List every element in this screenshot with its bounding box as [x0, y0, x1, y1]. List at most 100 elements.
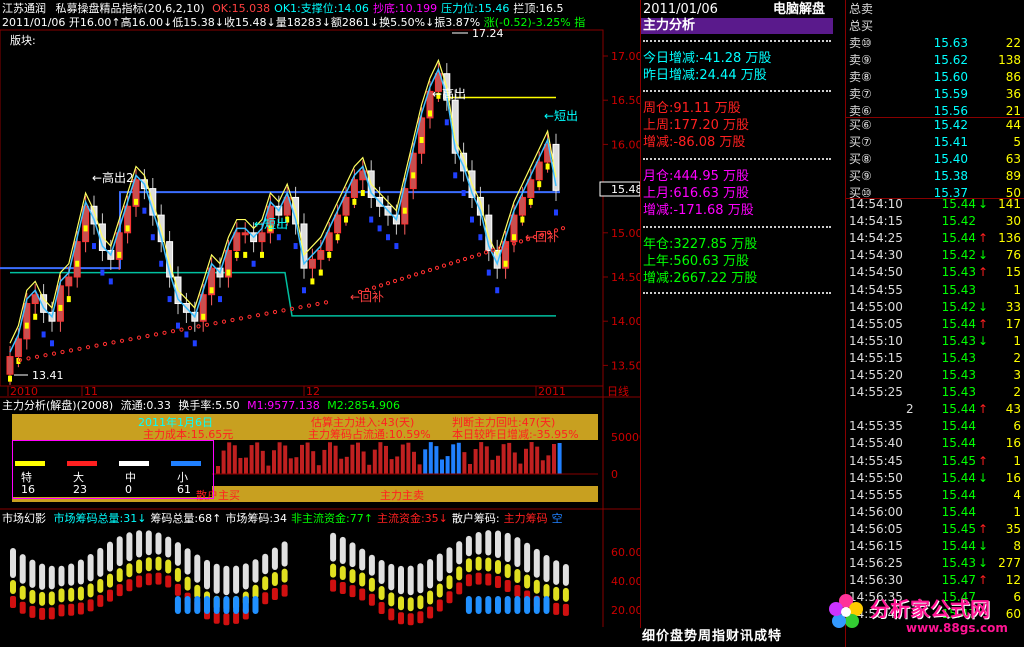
- sub2-bar-yellow: [436, 583, 443, 598]
- sub2-bar-white: [446, 547, 453, 574]
- sub2-bar-yellow: [155, 556, 162, 571]
- sub1-bar: [395, 456, 400, 474]
- sub2-bar-yellow: [339, 566, 346, 581]
- sub1-bar: [344, 456, 349, 474]
- sub2-bar-red: [281, 584, 288, 597]
- sub2-bar-red: [155, 572, 162, 585]
- sub2-bar-white: [339, 536, 346, 565]
- sub2-bar-white: [97, 547, 104, 577]
- sub2-bar-blue: [194, 596, 201, 614]
- tick-arrow: ↑: [978, 453, 989, 468]
- signal-dot: [444, 119, 449, 126]
- sub2-bar-white: [87, 554, 94, 582]
- tick-volume: 43: [1005, 402, 1021, 417]
- bottom-tab-bar[interactable]: 细价盘势周指财讯成特: [640, 628, 845, 647]
- sub2-bar-red: [262, 592, 269, 605]
- tick-volume: 16: [1005, 470, 1021, 485]
- signal-dot: [234, 251, 239, 258]
- tick-time: 14:55:15: [849, 350, 903, 365]
- signal-dot: [503, 260, 508, 267]
- annotation-label: ←回补: [525, 230, 559, 244]
- sub2-item: 散户筹码:: [451, 512, 500, 525]
- sub2-bar-white: [68, 563, 75, 586]
- sub1-bar: [238, 457, 243, 474]
- total-buy-row: 总买: [846, 18, 1024, 34]
- sub1-bar: [232, 445, 237, 474]
- stop-dot: [289, 306, 295, 311]
- tick-time: 14:56:25: [849, 556, 903, 571]
- sub2-bar-white: [514, 537, 521, 568]
- signal-dot: [92, 243, 96, 250]
- tick-time: 14:55:10: [849, 333, 903, 348]
- candle-body: [6, 356, 14, 375]
- ask-price: 15.63: [933, 36, 968, 50]
- sub1-bar: [479, 442, 484, 474]
- sub1-bar: [557, 442, 562, 474]
- signal-dot: [142, 207, 147, 214]
- sub1-bar: [529, 442, 534, 474]
- analysis-line: 上周:177.20 万股: [643, 118, 749, 133]
- ask-row: 卖⑦ 15.59 36: [846, 86, 1024, 102]
- sub2-bar-red: [553, 602, 560, 615]
- bid-volume: 5: [1013, 135, 1021, 149]
- signal-dot: [310, 278, 315, 285]
- sub1-bar: [451, 444, 456, 474]
- sub2-bar-red: [107, 589, 113, 602]
- annotation-label: ←短出: [254, 217, 288, 231]
- tick-row: 14:55:25 15.43 2: [846, 384, 1024, 400]
- candle-body: [527, 179, 535, 198]
- tick-time: 14:55:20: [849, 368, 903, 382]
- separator: [643, 292, 831, 294]
- tick-volume: 76: [1005, 248, 1021, 263]
- sub2-item: 主流资金:35↓: [376, 512, 448, 525]
- tick-row: 14:55:35 15.44 6: [846, 418, 1024, 434]
- sub2-bar-red: [495, 576, 501, 589]
- ask-volume: 36: [1005, 87, 1021, 101]
- sub1-bar: [546, 455, 551, 474]
- sub2-item: 非主流资金:77↑: [291, 512, 373, 525]
- sub1-bar: [305, 442, 310, 474]
- analysis-title: 主力分析: [643, 18, 696, 33]
- sub1-bar: [423, 449, 428, 474]
- stop-dot: [518, 239, 524, 244]
- sub1-bar: [283, 445, 288, 474]
- sub1-bar: [512, 452, 517, 474]
- bottom-tabs[interactable]: 细价盘势周指财讯成特: [642, 629, 782, 645]
- sub2-ytick: 60.00: [611, 546, 640, 559]
- total-sell-label: 总卖: [849, 2, 874, 16]
- sub2-bar-blue: [242, 596, 249, 614]
- tick-row: 14:55:05 15.44 ↑ 17: [846, 316, 1024, 332]
- legend-bar: [119, 461, 149, 466]
- signal-dot: [243, 251, 248, 258]
- sub1-bar: [400, 444, 405, 474]
- sub2-bar-white: [126, 532, 133, 562]
- sub2-bar-white: [136, 530, 143, 558]
- sub2-bar-white: [456, 541, 463, 565]
- sub2-bar-white: [553, 560, 560, 585]
- sub2-bar-yellow: [553, 586, 560, 601]
- ytick-label: 17.00: [611, 50, 640, 63]
- tick-arrow: ↓: [978, 539, 989, 553]
- sub2-bar-blue: [204, 596, 210, 614]
- chart-area[interactable]: 江苏通润 私募操盘精品指标(20,6,2,10) OK:15.038 OK1:支撑…: [0, 0, 640, 647]
- tick-arrow: ↑: [978, 265, 989, 280]
- sub2-bar-white: [165, 536, 172, 558]
- kline-chart[interactable]: 17.0016.5016.0015.5015.0014.5014.0013.50…: [0, 0, 640, 647]
- sub1-chip: 主力筹码占流通:10.59%: [308, 428, 431, 441]
- tick-row: 14:54:30 15.42 ↓ 76: [846, 247, 1024, 263]
- stop-dot: [462, 256, 468, 262]
- sub2-bar-yellow: [456, 566, 463, 581]
- sub2-bar-blue: [524, 596, 531, 614]
- sub2-bar-white: [29, 559, 36, 588]
- tick-price: 15.44: [941, 504, 976, 519]
- tick-price: 15.44: [941, 470, 976, 485]
- tick-time: 14:54:30: [849, 248, 903, 263]
- sub2-bar-white: [204, 559, 210, 590]
- tick-row: 14:56:05 15.45 ↑ 35: [846, 521, 1024, 537]
- sub1-bar: [322, 449, 327, 474]
- tick-row: 14:54:10 15.44 ↓ 141: [846, 196, 1024, 212]
- sub1-bar: [406, 442, 411, 474]
- signal-dot: [33, 313, 38, 320]
- sub2-bar-yellow: [271, 571, 278, 586]
- sub1-bar: [316, 465, 321, 474]
